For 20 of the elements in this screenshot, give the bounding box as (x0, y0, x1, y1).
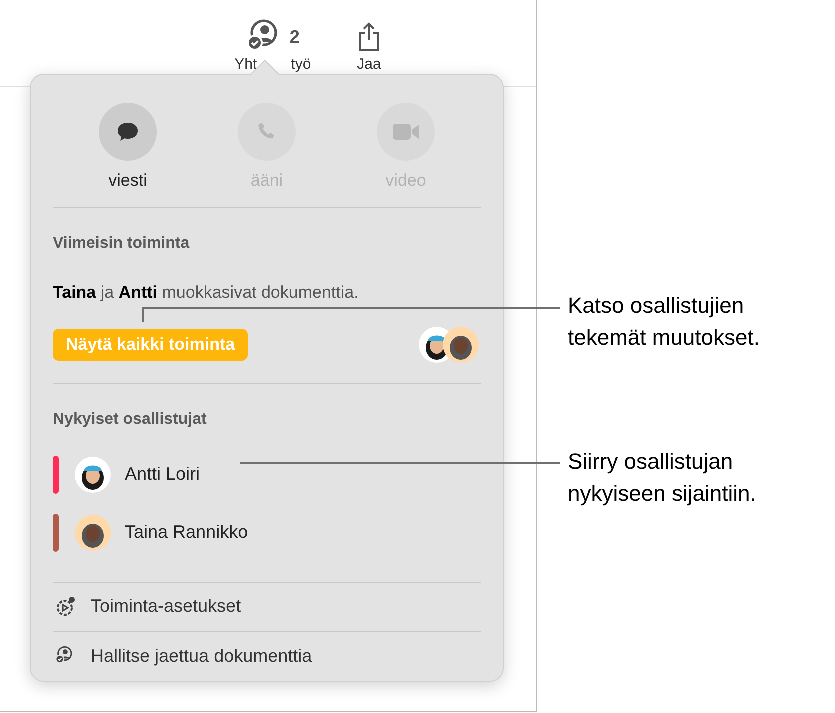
activity-summary: Taina ja Antti muokkasivat dokumenttia. (53, 282, 360, 304)
participant-row[interactable]: Antti Loiri (53, 446, 481, 504)
speech-bubble-icon (116, 121, 140, 143)
share-icon[interactable] (357, 22, 382, 52)
participant-row[interactable]: Taina Rannikko (53, 504, 481, 562)
video-camera-icon (392, 122, 420, 142)
toolbar-label: työ (291, 55, 312, 75)
menu-item[interactable]: Hallitse jaettua dokumenttia (53, 632, 481, 681)
section-heading: Viimeisin toiminta (53, 234, 191, 254)
avatar (75, 456, 111, 492)
avatar (75, 514, 111, 550)
collaborator-count: 2 (290, 26, 300, 48)
avatar (443, 326, 479, 362)
toolbar-label: Jaa (357, 55, 382, 75)
toolbar-label: Yht (234, 55, 258, 75)
section-heading: Nykyiset osallistujat (53, 410, 208, 430)
callout-text: Siirry osallistujan nykyiseen sijaintiin. (568, 448, 758, 508)
callout-text: Katso osallistujien tekemät muutokset. (568, 292, 761, 352)
menu-item[interactable]: Toiminta-asetukset (53, 582, 481, 632)
gear-icon (55, 596, 77, 618)
